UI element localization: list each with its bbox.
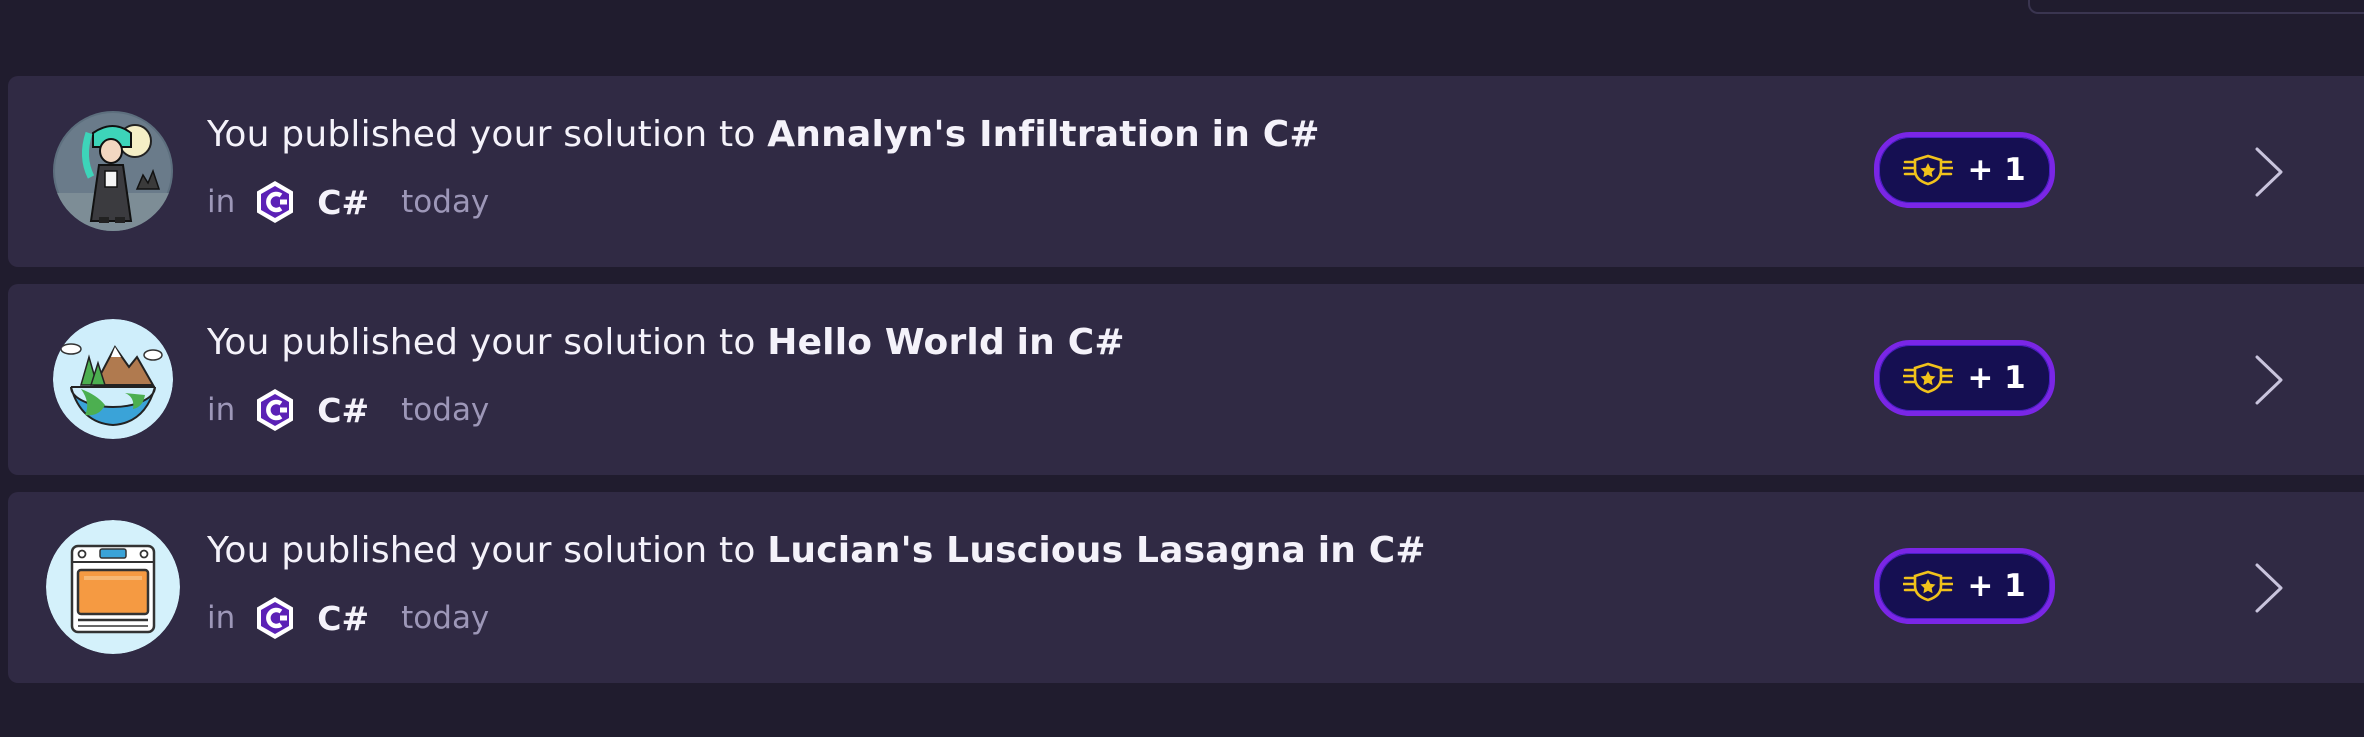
chevron-right-icon[interactable] — [2251, 146, 2287, 198]
activity-suffix: in C# — [1211, 114, 1320, 155]
activity-time: today — [401, 392, 490, 428]
annalyn-character-icon — [53, 111, 173, 231]
activity-title: You published your solution to Annalyn's… — [207, 114, 1320, 155]
activity-item[interactable]: You published your solution to Lucian's … — [8, 492, 2364, 683]
reputation-badge[interactable]: + 1 — [1874, 340, 2055, 416]
chevron-right-icon[interactable] — [2251, 562, 2287, 614]
reputation-badge[interactable]: + 1 — [1874, 548, 2055, 624]
reputation-value: + 1 — [1967, 568, 2026, 604]
track-name[interactable]: C# — [317, 391, 369, 430]
activity-time: today — [401, 184, 490, 220]
track-name[interactable]: C# — [317, 599, 369, 638]
activity-item[interactable]: You published your solution to Annalyn's… — [8, 76, 2364, 267]
reputation-shield-icon — [1903, 154, 1954, 186]
csharp-hexagon-icon — [255, 180, 295, 224]
reputation-value: + 1 — [1967, 152, 2026, 188]
earth-landscape-icon — [53, 319, 173, 439]
activity-title: You published your solution to Hello Wor… — [207, 322, 1125, 363]
activity-suffix: in C# — [1317, 530, 1426, 571]
activity-prefix: You published your solution to — [207, 322, 756, 363]
reputation-badge[interactable]: + 1 — [1874, 132, 2055, 208]
activity-title: You published your solution to Lucian's … — [207, 530, 1426, 571]
in-label: in — [207, 184, 236, 220]
activity-meta: in C# today — [207, 596, 489, 640]
activity-meta: in C# today — [207, 180, 489, 224]
in-label: in — [207, 600, 236, 636]
activity-suffix: in C# — [1016, 322, 1125, 363]
csharp-hexagon-icon — [255, 596, 295, 640]
activity-item[interactable]: You published your solution to Hello Wor… — [8, 284, 2364, 475]
exercise-name[interactable]: Hello World — [767, 322, 1005, 363]
activity-time: today — [401, 600, 490, 636]
reputation-value: + 1 — [1967, 360, 2026, 396]
in-label: in — [207, 392, 236, 428]
activity-feed: You published your solution to Annalyn's… — [8, 76, 2364, 700]
oven-icon — [46, 520, 180, 654]
activity-prefix: You published your solution to — [207, 530, 756, 571]
activity-meta: in C# today — [207, 388, 489, 432]
chevron-right-icon[interactable] — [2251, 354, 2287, 406]
exercise-name[interactable]: Lucian's Luscious Lasagna — [767, 530, 1306, 571]
reputation-shield-icon — [1903, 362, 1954, 394]
csharp-hexagon-icon — [255, 388, 295, 432]
activity-prefix: You published your solution to — [207, 114, 756, 155]
exercise-name[interactable]: Annalyn's Infiltration — [767, 114, 1200, 155]
track-name[interactable]: C# — [317, 183, 369, 222]
reputation-shield-icon — [1903, 570, 1954, 602]
top-right-control[interactable] — [2028, 0, 2364, 14]
